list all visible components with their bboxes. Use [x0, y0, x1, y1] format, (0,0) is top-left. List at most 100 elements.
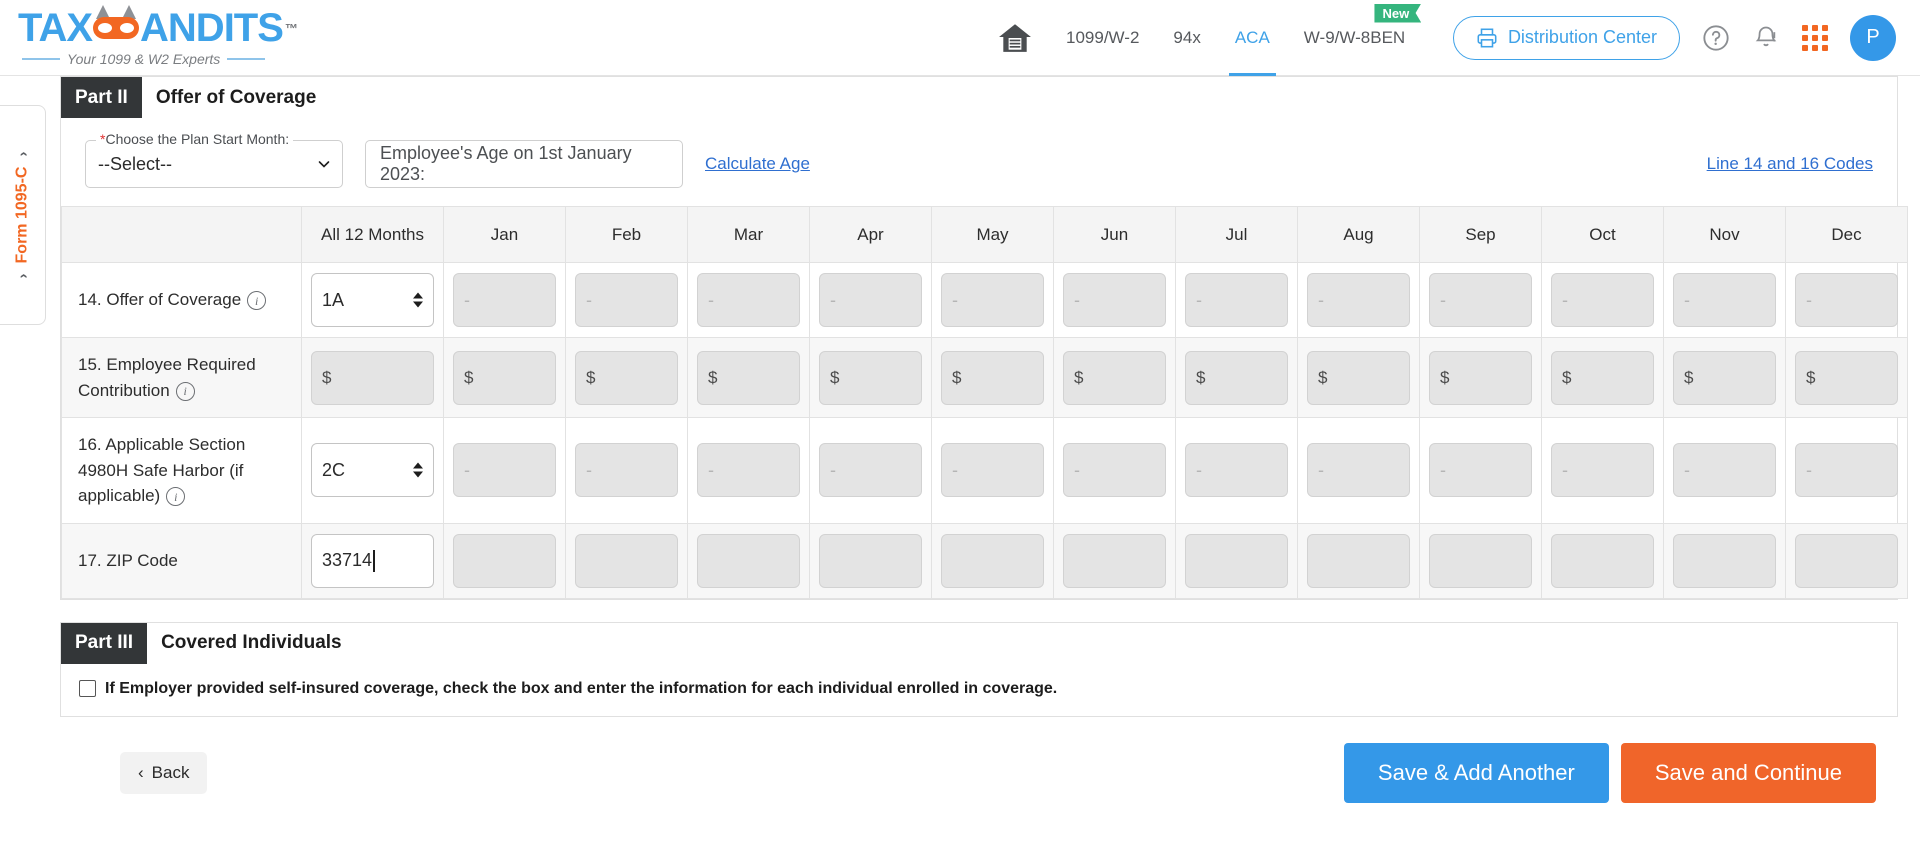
nav-item-94x[interactable]: 94x [1173, 0, 1200, 76]
month-input-sep[interactable] [1429, 533, 1532, 588]
month-input-jun[interactable]: $ [1063, 350, 1166, 405]
month-input-feb[interactable]: - [575, 273, 678, 327]
month-input-aug[interactable]: - [1307, 273, 1410, 327]
part3-title: Covered Individuals [161, 632, 342, 653]
plan-start-month-select[interactable]: *Choose the Plan Start Month: --Select-- [85, 131, 343, 188]
month-cell-jul [1175, 522, 1298, 599]
help-button[interactable] [1702, 24, 1730, 52]
month-input-oct[interactable]: - [1551, 443, 1654, 498]
month-input-feb[interactable] [575, 533, 678, 588]
month-input-sep[interactable]: - [1429, 273, 1532, 327]
stepper-arrows-icon[interactable] [413, 462, 423, 478]
month-input-apr[interactable]: $ [819, 350, 922, 405]
month-input-jun[interactable]: - [1063, 273, 1166, 327]
month-input-jan[interactable]: - [453, 273, 556, 327]
month-input-dec[interactable] [1795, 533, 1898, 588]
placeholder-dash: - [586, 289, 592, 310]
nav-item-1099-w2[interactable]: 1099/W-2 [1066, 0, 1139, 76]
all-12-months-money-input[interactable]: $ [311, 350, 434, 405]
month-input-nov[interactable]: - [1673, 273, 1776, 327]
month-input-aug[interactable]: $ [1307, 350, 1410, 405]
month-cell-aug: - [1297, 417, 1420, 524]
month-input-mar[interactable] [697, 533, 800, 588]
month-input-jun[interactable] [1063, 533, 1166, 588]
month-input-jul[interactable]: - [1185, 443, 1288, 498]
month-input-apr[interactable] [819, 533, 922, 588]
month-input-nov[interactable]: - [1673, 443, 1776, 498]
info-icon[interactable]: i [247, 291, 267, 311]
form-footer: ‹ Back Save & Add Another Save and Conti… [60, 717, 1898, 803]
info-icon[interactable]: i [175, 381, 195, 401]
all-12-months-select[interactable]: 2C [311, 443, 434, 498]
month-input-sep[interactable]: - [1429, 443, 1532, 498]
line-14-16-codes-link[interactable]: Line 14 and 16 Codes [1707, 154, 1873, 174]
placeholder-dash: - [1318, 289, 1324, 310]
month-input-may[interactable]: - [941, 443, 1044, 498]
save-add-another-button[interactable]: Save & Add Another [1343, 742, 1609, 803]
month-input-feb[interactable]: $ [575, 350, 678, 405]
self-insured-coverage-checkbox[interactable] [79, 680, 96, 697]
info-icon[interactable]: i [166, 487, 186, 507]
month-input-may[interactable]: - [941, 273, 1044, 327]
notifications-button[interactable] [1752, 24, 1780, 52]
col-header-label [61, 206, 302, 263]
month-input-mar[interactable]: - [697, 443, 800, 498]
month-input-may[interactable] [941, 533, 1044, 588]
nav-item-w9-w8ben[interactable]: W-9/W-8BEN New [1304, 0, 1422, 76]
month-input-may[interactable]: $ [941, 350, 1044, 405]
month-input-oct[interactable]: $ [1551, 350, 1654, 405]
all-12-months-value: 1A [322, 289, 345, 310]
logo-text-tax: TAX [18, 6, 93, 50]
apps-grid-icon[interactable] [1802, 24, 1828, 51]
table-header-row: All 12 Months Jan Feb Mar Apr May Jun Ju… [61, 206, 1908, 263]
all-12-months-select[interactable]: 1A [311, 273, 434, 327]
chevron-down-icon [318, 161, 330, 168]
self-insured-coverage-row: If Employer provided self-insured covera… [79, 680, 1879, 698]
month-input-aug[interactable] [1307, 533, 1410, 588]
month-input-dec[interactable]: - [1795, 273, 1898, 327]
nav-home[interactable] [998, 0, 1032, 76]
month-input-sep[interactable]: $ [1429, 350, 1532, 405]
month-input-dec[interactable]: - [1795, 443, 1898, 498]
col-header-may: May [931, 206, 1054, 263]
placeholder-dash: - [830, 289, 836, 310]
nav-label: ACA [1234, 27, 1270, 47]
part2-tag: Part II [61, 77, 142, 118]
save-continue-button[interactable]: Save and Continue [1620, 742, 1876, 803]
stepper-arrows-icon[interactable] [413, 292, 423, 308]
month-input-jan[interactable]: - [453, 443, 556, 498]
month-input-jul[interactable]: - [1185, 273, 1288, 327]
month-input-aug[interactable]: - [1307, 443, 1410, 498]
currency-prefix: $ [322, 367, 332, 387]
all-12-months-text-input[interactable]: 33714 [311, 533, 434, 588]
logo[interactable]: TAX ANDITS ™ Your 1099 & W2 Experts [18, 5, 308, 67]
month-input-oct[interactable]: - [1551, 273, 1654, 327]
month-input-mar[interactable]: - [697, 273, 800, 327]
distribution-center-button[interactable]: Distribution Center [1452, 15, 1680, 60]
avatar-initial: P [1866, 26, 1880, 48]
month-input-jan[interactable]: $ [453, 350, 556, 405]
back-button[interactable]: ‹ Back [120, 751, 208, 794]
month-input-oct[interactable] [1551, 533, 1654, 588]
month-input-dec[interactable]: $ [1795, 350, 1898, 405]
month-input-jan[interactable] [453, 533, 556, 588]
month-input-jun[interactable]: - [1063, 443, 1166, 498]
month-input-nov[interactable] [1673, 533, 1776, 588]
nav-item-aca[interactable]: ACA [1228, 0, 1276, 76]
month-input-feb[interactable]: - [575, 443, 678, 498]
placeholder-dash: - [586, 459, 592, 480]
calculate-age-link[interactable]: Calculate Age [705, 154, 810, 174]
month-input-apr[interactable]: - [819, 273, 922, 327]
part3-section: Part III Covered Individuals If Employer… [60, 621, 1898, 717]
table-row: 17. ZIP Code 33714 [61, 522, 1908, 599]
employee-age-input[interactable]: Employee's Age on 1st January 2023: [365, 140, 683, 188]
placeholder-dash: - [708, 459, 714, 480]
month-input-nov[interactable]: $ [1673, 350, 1776, 405]
part3-body: If Employer provided self-insured covera… [60, 663, 1898, 717]
sidebar-item-form-1095c[interactable]: › Form 1095-C › [0, 105, 46, 325]
month-input-mar[interactable]: $ [697, 350, 800, 405]
month-input-apr[interactable]: - [819, 443, 922, 498]
avatar[interactable]: P [1850, 14, 1896, 61]
month-input-jul[interactable] [1185, 533, 1288, 588]
month-input-jul[interactable]: $ [1185, 350, 1288, 405]
